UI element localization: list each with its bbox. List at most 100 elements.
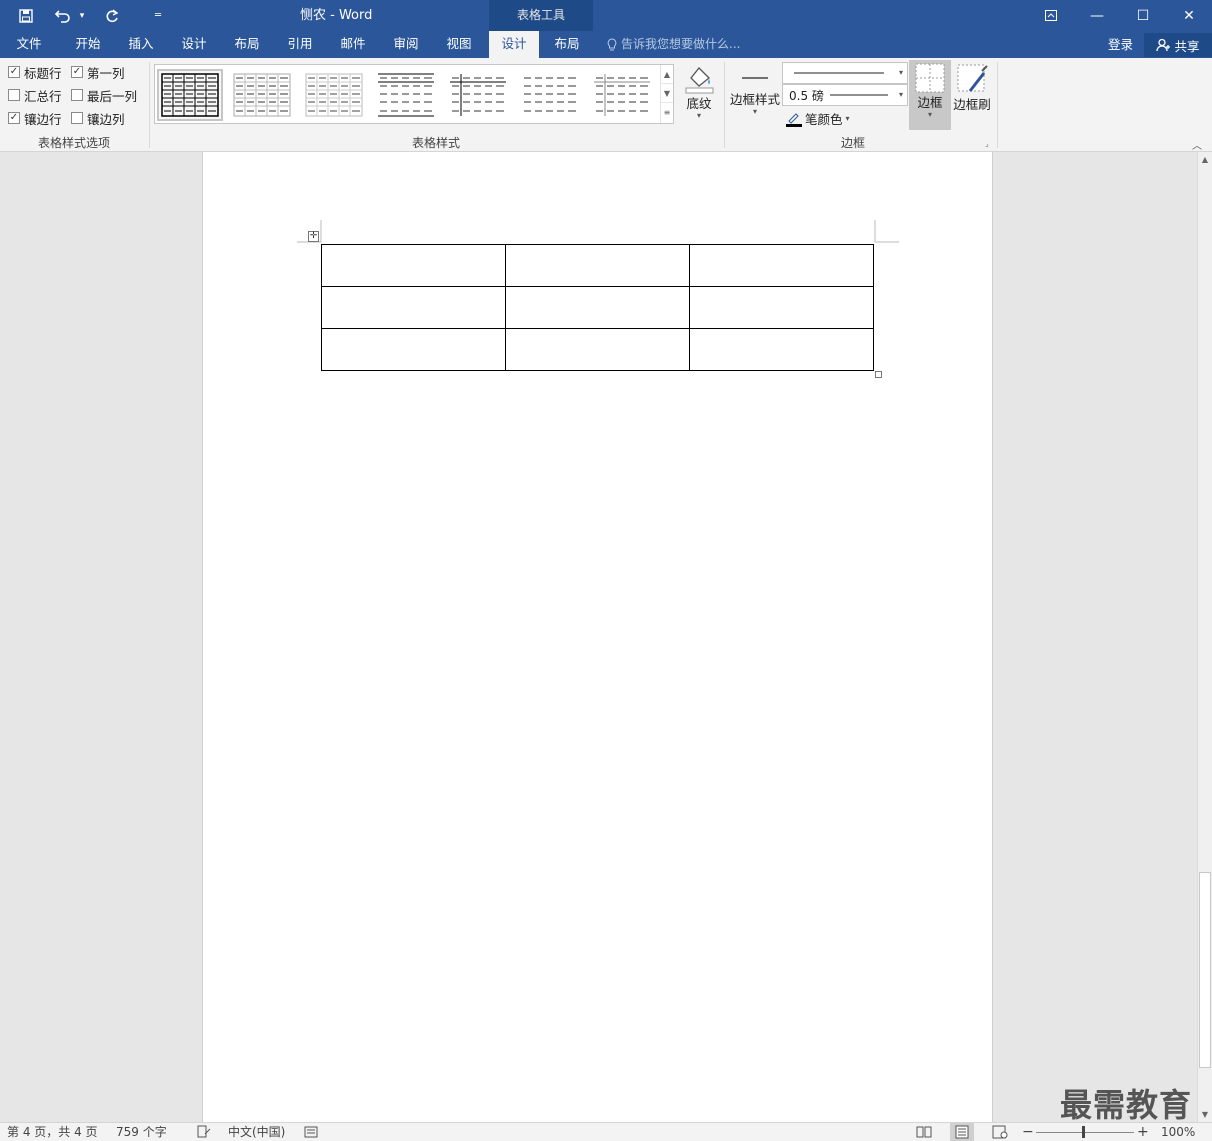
borders-button[interactable]: 边框 ▾ — [909, 60, 951, 130]
checkbox-banded-columns[interactable]: 镶边列 — [71, 109, 125, 127]
page-count[interactable]: 第 4 页，共 4 页 — [7, 1123, 98, 1141]
table-cell[interactable] — [505, 244, 690, 287]
checkbox-checked-icon: ✓ — [8, 66, 20, 78]
collapse-ribbon-icon[interactable]: ︿ — [1192, 137, 1202, 152]
checkbox-last-column[interactable]: 最后一列 — [71, 86, 137, 104]
vertical-scrollbar[interactable]: ▲ ▼ — [1197, 152, 1212, 1122]
language-indicator[interactable]: 中文(中国) — [228, 1123, 285, 1141]
sign-in-link[interactable]: 登录 — [1108, 31, 1133, 58]
tab-table-design[interactable]: 设计 — [489, 31, 539, 59]
chevron-down-icon: ▾ — [898, 68, 903, 77]
table-style-light-grid[interactable] — [229, 69, 295, 121]
ribbon-display-options-icon[interactable] — [1028, 0, 1074, 31]
table-style-first-column-lines[interactable] — [445, 69, 511, 121]
tab-file[interactable]: 文件 — [8, 31, 50, 58]
proofing-icon[interactable] — [197, 1123, 211, 1141]
tab-mailings[interactable]: 邮件 — [331, 31, 375, 58]
border-painter-button[interactable]: 边框刷 — [951, 63, 993, 112]
table-row — [321, 286, 874, 329]
maximize-button[interactable]: ☐ — [1120, 0, 1166, 31]
group-label-borders: 边框 — [840, 136, 865, 150]
table-row — [321, 328, 874, 371]
share-button[interactable]: 共享 — [1144, 33, 1212, 57]
chevron-down-icon: ▾ — [752, 107, 757, 116]
border-styles-button[interactable]: 边框样式 ▾ — [728, 66, 782, 116]
table-row — [321, 244, 874, 287]
dialog-launcher-icon[interactable]: ⌟ — [985, 139, 989, 148]
macro-recording-icon[interactable] — [304, 1123, 318, 1141]
checkbox-banded-rows[interactable]: ✓ 镶边行 — [8, 109, 62, 127]
checkbox-total-row[interactable]: 汇总行 — [8, 86, 62, 104]
line-weight-dropdown[interactable]: 0.5 磅 ▾ — [782, 84, 908, 106]
table-cell[interactable] — [505, 328, 690, 371]
word-count[interactable]: 759 个字 — [116, 1123, 167, 1141]
table-tools-context-label: 表格工具 — [489, 0, 593, 31]
save-icon[interactable] — [10, 0, 42, 31]
customize-qat-icon[interactable]: ═ — [142, 0, 174, 31]
table-resize-handle-icon[interactable] — [875, 371, 882, 378]
undo-dropdown-icon[interactable]: ▾ — [74, 0, 90, 31]
table-cell[interactable] — [505, 286, 690, 329]
chevron-down-icon: ▾ — [927, 110, 932, 119]
watermark-logo: 最需教育 — [1060, 1086, 1193, 1124]
checkbox-label: 镶边行 — [24, 111, 62, 127]
line-style-dropdown[interactable]: ▾ — [782, 62, 908, 84]
chevron-down-icon: ▾ — [845, 114, 850, 123]
ribbon: ✓ 标题行 ✓ 第一列 汇总行 最后一列 ✓ 镶边行 镶边列 表格样式选项 ▲ … — [0, 58, 1212, 152]
scroll-up-icon[interactable]: ▲ — [1198, 152, 1212, 167]
gallery-scroll-up-icon[interactable]: ▲ — [661, 65, 673, 84]
zoom-out-icon[interactable]: − — [1022, 1123, 1034, 1141]
document-table[interactable] — [321, 244, 874, 371]
table-style-header-column-lines[interactable] — [589, 69, 655, 121]
border-painter-icon — [957, 64, 988, 92]
close-button[interactable]: ✕ — [1166, 0, 1212, 31]
tab-layout[interactable]: 布局 — [225, 31, 269, 58]
checkbox-first-column[interactable]: ✓ 第一列 — [71, 63, 125, 81]
table-style-plain-grid[interactable] — [301, 69, 367, 121]
tell-me-box[interactable]: 告诉我您想要做什么... — [607, 31, 740, 58]
table-cell[interactable] — [689, 244, 874, 287]
table-cell[interactable] — [321, 328, 506, 371]
read-mode-icon[interactable] — [916, 1123, 932, 1141]
checkbox-header-row[interactable]: ✓ 标题行 — [8, 63, 62, 81]
tab-design[interactable]: 设计 — [172, 31, 216, 58]
table-move-handle-icon[interactable]: ✛ — [308, 231, 319, 242]
gallery-more-icon[interactable]: ≡ — [661, 103, 673, 122]
tab-references[interactable]: 引用 — [278, 31, 322, 58]
table-cell[interactable] — [689, 286, 874, 329]
lightbulb-icon — [607, 37, 617, 50]
web-layout-icon[interactable] — [992, 1123, 1008, 1141]
border-style-line-icon — [742, 77, 768, 79]
tab-home[interactable]: 开始 — [66, 31, 110, 58]
table-cell[interactable] — [689, 328, 874, 371]
shading-button[interactable]: 底纹 ▾ — [680, 62, 718, 120]
gallery-scroll-down-icon[interactable]: ▼ — [661, 84, 673, 103]
minimize-button[interactable]: — — [1074, 0, 1120, 31]
zoom-slider[interactable] — [1036, 1132, 1134, 1133]
zoom-slider-thumb[interactable] — [1082, 1126, 1085, 1138]
table-style-grid-selected[interactable] — [157, 69, 223, 121]
undo-icon[interactable] — [52, 0, 74, 31]
tab-review[interactable]: 审阅 — [384, 31, 428, 58]
document-page[interactable]: ✛ — [202, 152, 993, 1122]
print-layout-icon[interactable] — [950, 1123, 974, 1141]
border-styles-label: 边框样式 — [729, 92, 780, 107]
scrollbar-thumb[interactable] — [1199, 872, 1211, 1068]
tab-insert[interactable]: 插入 — [119, 31, 163, 58]
scroll-down-icon[interactable]: ▼ — [1198, 1107, 1212, 1122]
tab-view[interactable]: 视图 — [437, 31, 481, 58]
border-painter-label: 边框刷 — [953, 97, 991, 112]
pen-color-button[interactable]: 笔颜色 ▾ — [786, 109, 850, 128]
table-style-horizontal-lines[interactable] — [373, 69, 439, 121]
redo-icon[interactable] — [96, 0, 128, 31]
table-cell[interactable] — [321, 286, 506, 329]
checkbox-unchecked-icon — [8, 89, 20, 101]
group-separator — [724, 62, 725, 148]
ribbon-tab-bar: 文件 开始 插入 设计 布局 引用 邮件 审阅 视图 设计 布局 告诉我您想要做… — [0, 31, 1212, 59]
table-style-plain-text[interactable] — [517, 69, 583, 121]
shading-label: 底纹 — [686, 96, 712, 111]
line-weight-sample-icon — [829, 94, 888, 96]
tab-table-layout[interactable]: 布局 — [544, 31, 590, 58]
share-label: 共享 — [1174, 38, 1200, 54]
table-cell[interactable] — [321, 244, 506, 287]
